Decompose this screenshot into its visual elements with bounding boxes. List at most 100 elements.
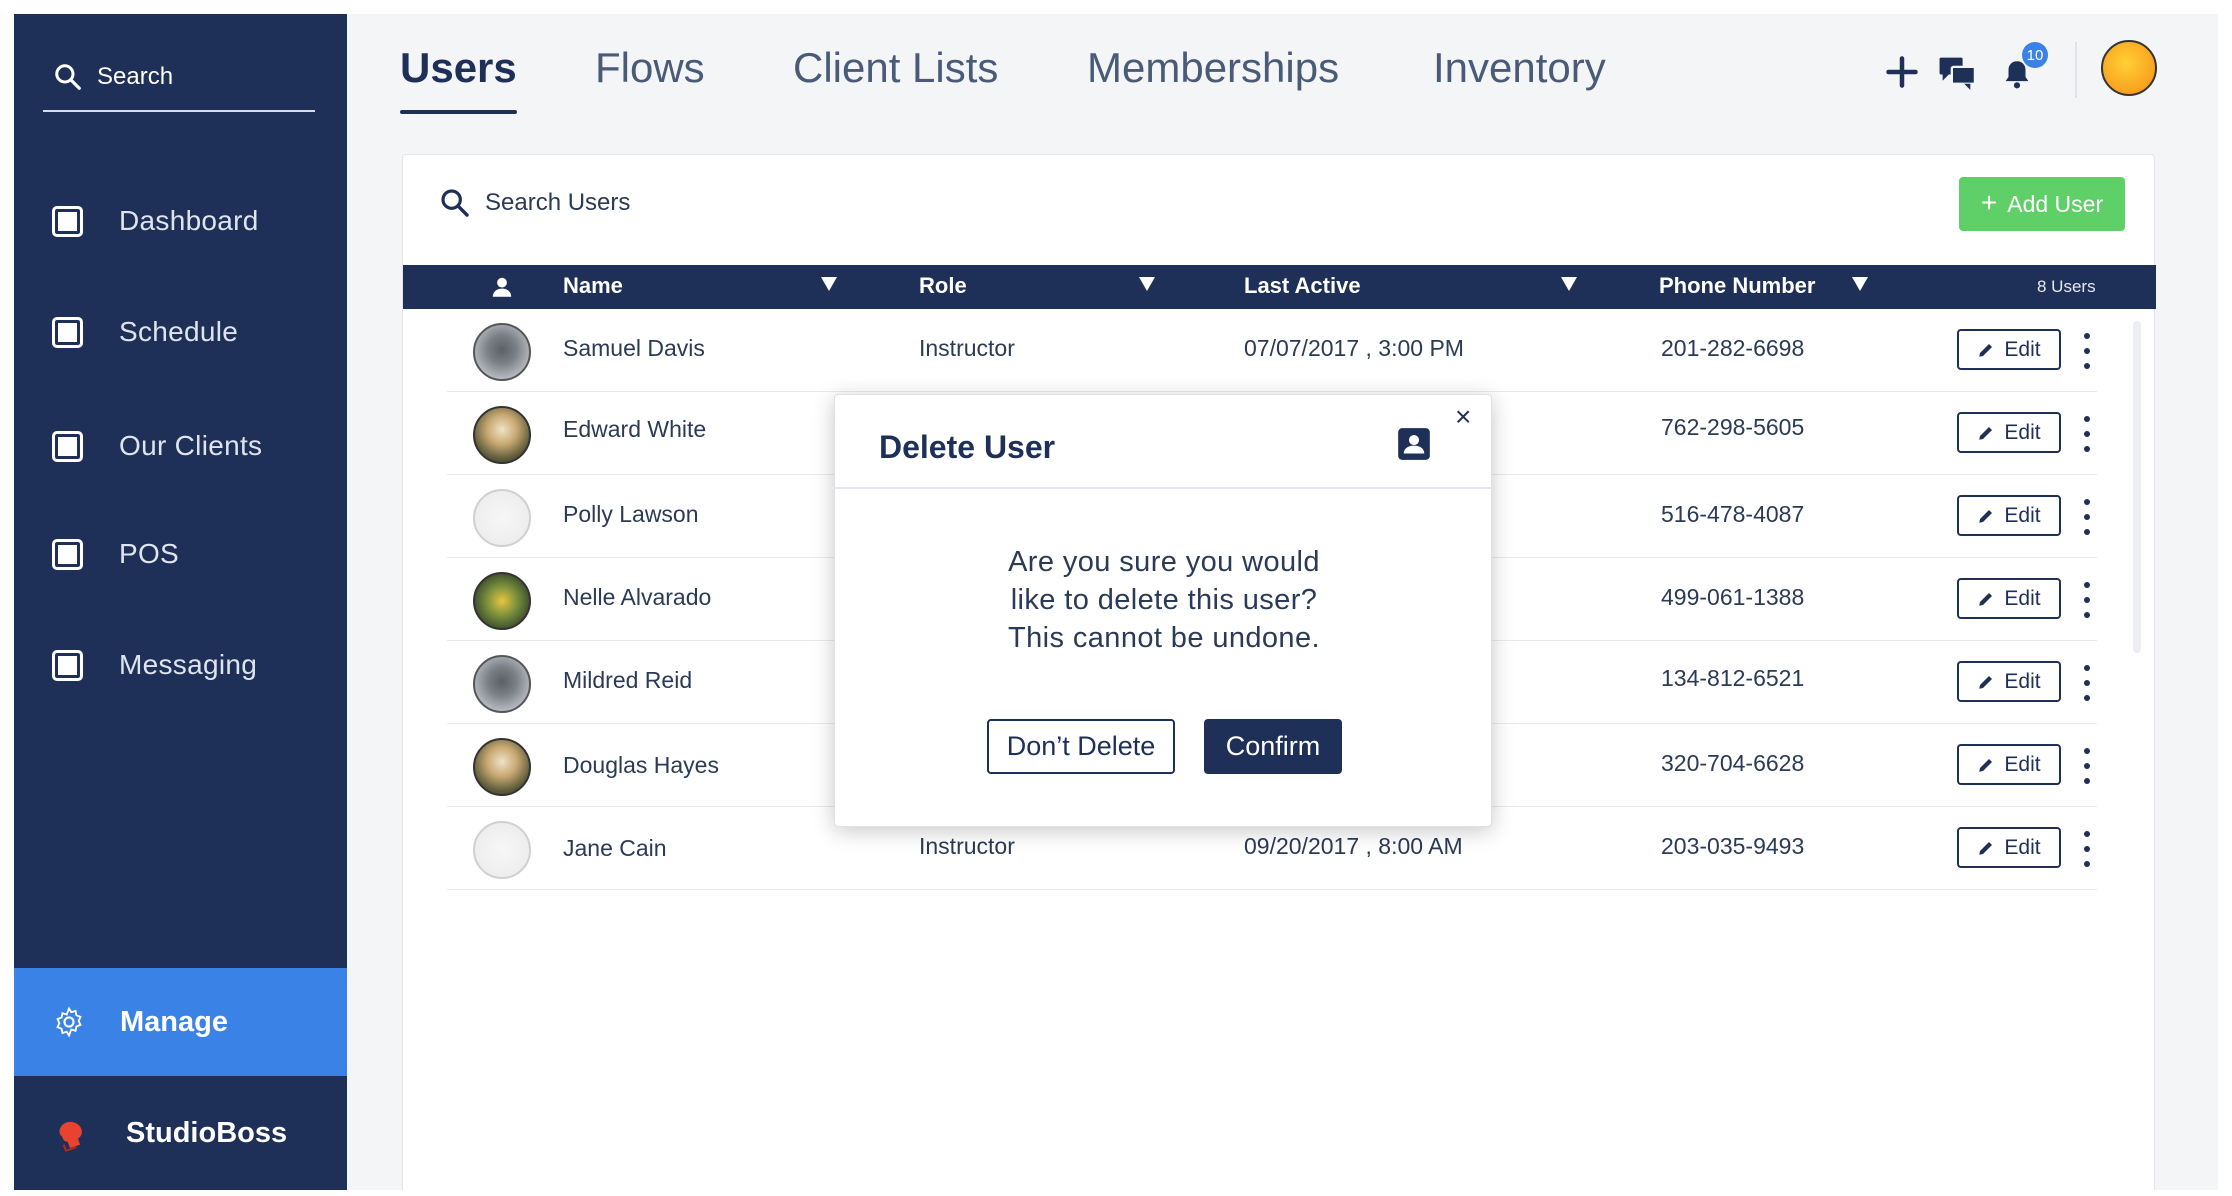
- user-avatar: [473, 323, 531, 381]
- pencil-icon: [1979, 509, 1993, 523]
- modal-message-line: This cannot be undone.: [1008, 622, 1320, 654]
- more-options-icon[interactable]: [2077, 744, 2097, 788]
- edit-button[interactable]: Edit: [1957, 412, 2061, 453]
- header-divider: [2075, 42, 2077, 98]
- boxing-glove-icon: [59, 1121, 82, 1152]
- sidebar-item-pos[interactable]: POS: [14, 519, 347, 589]
- chat-icon[interactable]: [1938, 54, 1978, 92]
- add-user-label: Add User: [2007, 190, 2104, 217]
- user-name[interactable]: Edward White: [563, 416, 706, 443]
- edit-button[interactable]: Edit: [1957, 827, 2061, 868]
- checkbox-icon: [52, 649, 83, 681]
- sort-caret-icon[interactable]: [1139, 277, 1155, 291]
- more-options-icon[interactable]: [2077, 329, 2097, 373]
- users-search-placeholder: Search Users: [485, 189, 631, 216]
- sort-caret-icon[interactable]: [1561, 277, 1577, 291]
- confirm-button[interactable]: Confirm: [1204, 719, 1342, 774]
- user-role: Instructor: [919, 833, 1015, 859]
- sidebar-item-label: Schedule: [119, 316, 239, 347]
- edit-button[interactable]: Edit: [1957, 744, 2061, 785]
- user-avatar: [473, 821, 531, 879]
- sidebar: Search Dashboard Schedule Our Clients PO…: [14, 14, 347, 1190]
- tab-flows[interactable]: Flows: [595, 44, 705, 104]
- checkbox-icon: [52, 538, 83, 570]
- tab-inventory[interactable]: Inventory: [1433, 44, 1606, 104]
- more-options-icon[interactable]: [2077, 495, 2097, 539]
- users-search[interactable]: Search Users: [439, 187, 630, 219]
- checkbox-icon: [52, 430, 83, 462]
- plus-icon[interactable]: [1884, 54, 1920, 90]
- sidebar-item-our-clients[interactable]: Our Clients: [14, 411, 347, 481]
- close-icon[interactable]: ×: [1455, 401, 1471, 433]
- delete-user-modal: Delete User × Are you sure you would lik…: [834, 394, 1493, 827]
- sidebar-item-messaging[interactable]: Messaging: [14, 630, 347, 700]
- edit-label: Edit: [2004, 669, 2041, 693]
- edit-label: Edit: [2004, 420, 2041, 444]
- sidebar-item-schedule[interactable]: Schedule: [14, 297, 347, 367]
- brand-name: StudioBoss: [126, 1116, 288, 1149]
- table-row: Samuel Davis Instructor 07/07/2017 , 3:0…: [447, 309, 2097, 392]
- user-name[interactable]: Mildred Reid: [563, 667, 692, 694]
- user-name[interactable]: Samuel Davis: [563, 335, 705, 362]
- sidebar-item-manage[interactable]: Manage: [14, 968, 347, 1076]
- edit-label: Edit: [2004, 503, 2041, 527]
- sort-caret-icon[interactable]: [821, 277, 837, 291]
- user-icon: [492, 277, 512, 297]
- brand: StudioBoss: [14, 1076, 347, 1190]
- modal-divider: [835, 487, 1493, 489]
- dont-delete-button[interactable]: Don’t Delete: [987, 719, 1175, 774]
- edit-button[interactable]: Edit: [1957, 495, 2061, 536]
- sidebar-item-dashboard[interactable]: Dashboard: [14, 186, 347, 256]
- tab-users[interactable]: Users: [400, 44, 517, 114]
- edit-button[interactable]: Edit: [1957, 329, 2061, 370]
- user-last-active: 09/20/2017 , 8:00 AM: [1244, 833, 1463, 859]
- avatar[interactable]: [2101, 40, 2157, 96]
- pencil-icon: [1979, 592, 1993, 606]
- add-user-button[interactable]: + Add User: [1959, 177, 2125, 231]
- pencil-icon: [1979, 675, 1993, 689]
- edit-label: Edit: [2004, 752, 2041, 776]
- edit-button[interactable]: Edit: [1957, 661, 2061, 702]
- more-options-icon[interactable]: [2077, 578, 2097, 622]
- checkbox-icon: [52, 316, 83, 348]
- user-name[interactable]: Douglas Hayes: [563, 752, 719, 779]
- user-phone: 762-298-5605: [1661, 414, 1805, 440]
- table-scrollbar[interactable]: [2133, 321, 2141, 653]
- pencil-icon: [1979, 758, 1993, 772]
- tab-client-lists[interactable]: Client Lists: [793, 44, 998, 104]
- user-phone: 516-478-4087: [1661, 501, 1805, 527]
- user-phone: 134-812-6521: [1661, 665, 1805, 691]
- edit-button[interactable]: Edit: [1957, 578, 2061, 619]
- column-name[interactable]: Name: [563, 273, 623, 299]
- column-role[interactable]: Role: [919, 273, 967, 299]
- gear-icon: [56, 1006, 82, 1038]
- user-phone: 203-035-9493: [1661, 833, 1805, 859]
- column-last-active[interactable]: Last Active: [1244, 273, 1361, 299]
- more-options-icon[interactable]: [2077, 661, 2097, 705]
- user-name[interactable]: Nelle Alvarado: [563, 584, 711, 611]
- user-phone: 499-061-1388: [1661, 584, 1805, 610]
- plus-icon: +: [1980, 187, 1998, 218]
- pencil-icon: [1979, 426, 1993, 440]
- pencil-icon: [1979, 841, 1993, 855]
- edit-label: Edit: [2004, 337, 2041, 361]
- sidebar-item-label: Our Clients: [119, 430, 263, 461]
- user-name[interactable]: Polly Lawson: [563, 501, 699, 528]
- sidebar-search[interactable]: Search: [43, 44, 315, 112]
- modal-message-line: Are you sure you would: [1008, 546, 1320, 578]
- sidebar-search-label: Search: [97, 63, 174, 90]
- tab-memberships[interactable]: Memberships: [1087, 44, 1339, 104]
- column-phone[interactable]: Phone Number: [1659, 273, 1815, 299]
- app-frame: Search Dashboard Schedule Our Clients PO…: [14, 14, 2218, 1190]
- user-name[interactable]: Jane Cain: [563, 835, 667, 862]
- sidebar-item-label: Dashboard: [119, 205, 259, 236]
- sidebar-item-label: Messaging: [119, 649, 258, 680]
- sidebar-item-label: POS: [119, 538, 180, 569]
- sort-caret-icon[interactable]: [1852, 277, 1868, 291]
- more-options-icon[interactable]: [2077, 827, 2097, 871]
- user-avatar: [473, 489, 531, 547]
- checkbox-icon: [52, 205, 83, 237]
- more-options-icon[interactable]: [2077, 412, 2097, 456]
- modal-message: Are you sure you would like to delete th…: [835, 543, 1493, 657]
- table-header: Name Role Last Active Phone Number 8 Use…: [403, 265, 2156, 309]
